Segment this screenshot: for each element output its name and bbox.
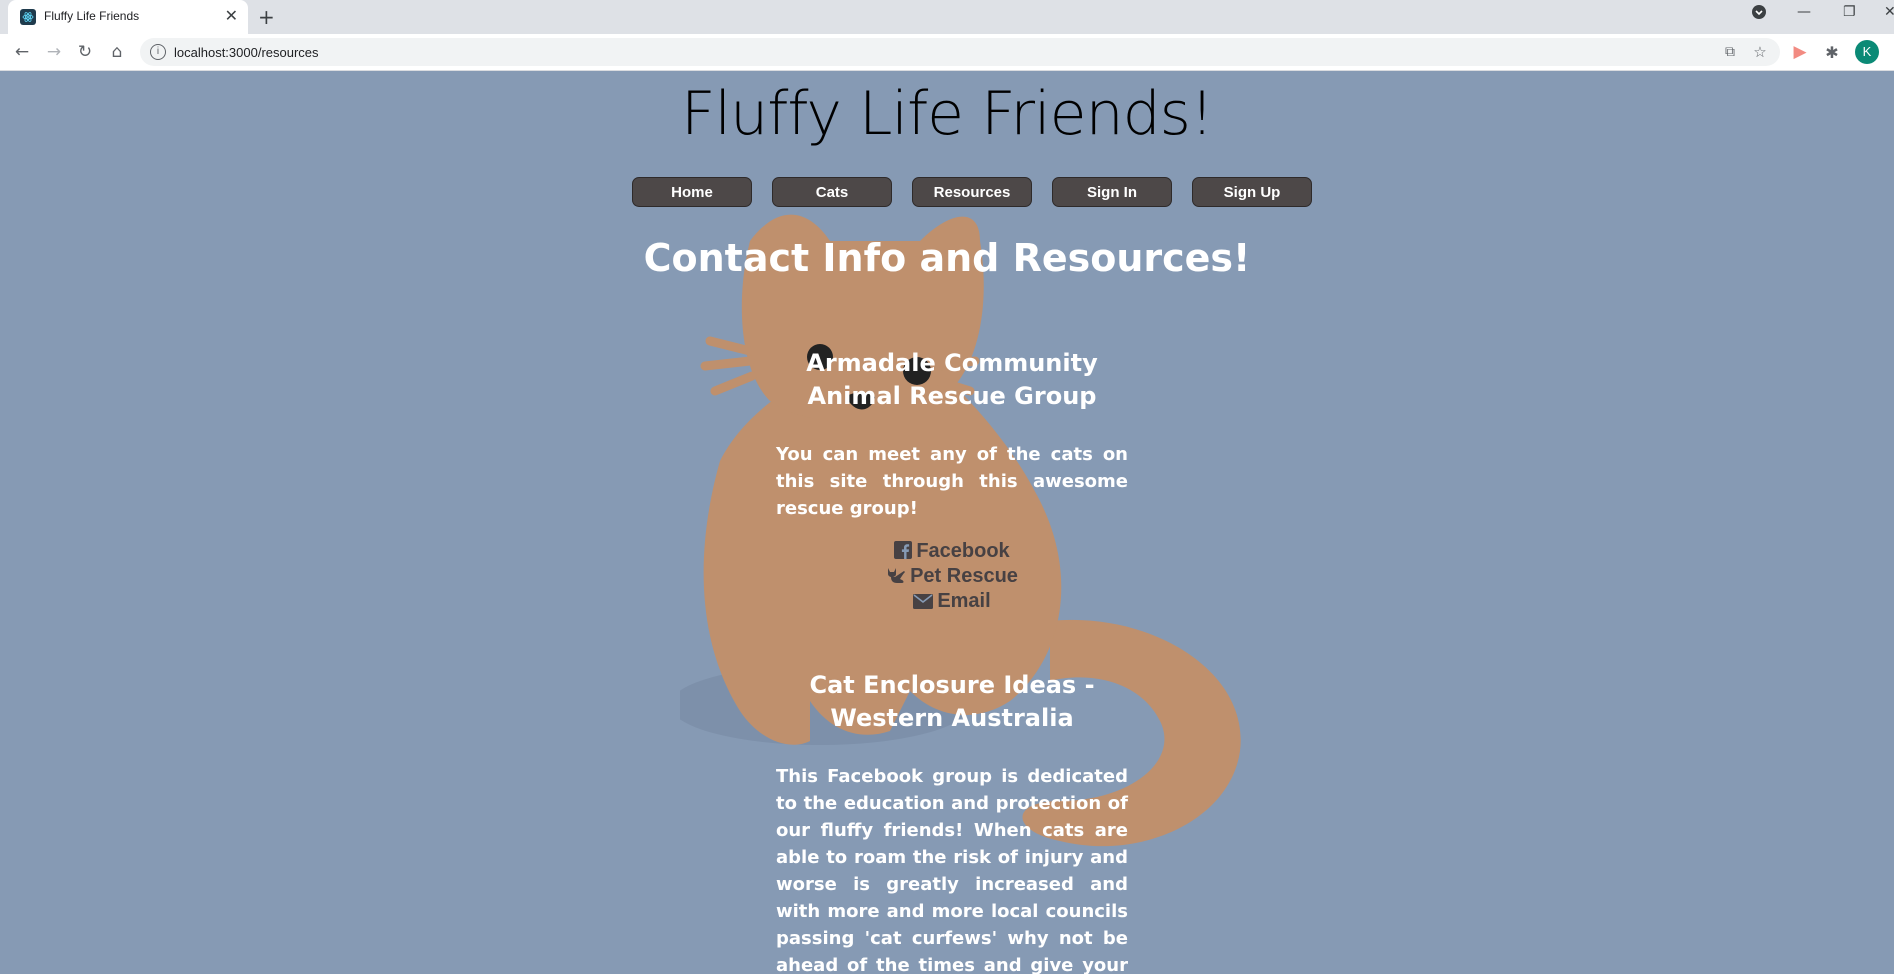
section-description: You can meet any of the cats on this sit… — [776, 444, 1128, 519]
pet-rescue-link[interactable]: Pet Rescue — [776, 565, 1128, 590]
nav-home-button[interactable]: Home — [632, 177, 752, 207]
minimize-icon[interactable]: — — [1797, 4, 1811, 20]
nav-sign-up-button[interactable]: Sign Up — [1192, 177, 1312, 207]
facebook-link[interactable]: Facebook — [776, 540, 1128, 565]
open-in-app-icon[interactable]: ⧉ — [1718, 40, 1742, 64]
react-favicon-icon — [20, 9, 36, 25]
nav-cats-button[interactable]: Cats — [772, 177, 892, 207]
extension-icon[interactable]: ▶ — [1788, 40, 1812, 64]
envelope-icon — [913, 592, 934, 615]
page-heading: Contact Info and Resources! — [643, 236, 1251, 280]
site-info-icon[interactable]: i — [150, 44, 166, 60]
main-nav: Home Cats Resources Sign In Sign Up — [632, 177, 1312, 207]
section-title: Armadale Community Animal Rescue Group — [806, 349, 1098, 410]
resource-section-enclosure: Cat Enclosure Ideas - Western Australia … — [776, 669, 1128, 974]
back-icon[interactable]: ← — [10, 40, 34, 64]
address-bar[interactable]: i localhost:3000/resources ⧉ ☆ — [140, 38, 1780, 66]
contact-links: Facebook Pet Rescue Email — [776, 540, 1128, 615]
nav-resources-button[interactable]: Resources — [912, 177, 1032, 207]
tab-search-icon[interactable] — [1751, 4, 1767, 24]
nav-sign-in-button[interactable]: Sign In — [1052, 177, 1172, 207]
profile-avatar[interactable]: K — [1855, 40, 1879, 64]
bookmark-star-icon[interactable]: ☆ — [1748, 40, 1772, 64]
tab-close-icon[interactable]: ✕ — [225, 6, 238, 25]
close-window-icon[interactable]: ✕ — [1884, 4, 1894, 20]
browser-tab[interactable]: Fluffy Life Friends ✕ — [8, 0, 248, 34]
reload-icon[interactable]: ↻ — [73, 40, 97, 64]
browser-tab-bar: Fluffy Life Friends ✕ + — ❐ ✕ — [0, 0, 1894, 34]
section-title: Cat Enclosure Ideas - Western Australia — [809, 671, 1095, 732]
new-tab-icon[interactable]: + — [258, 5, 275, 29]
resource-section-rescue: Armadale Community Animal Rescue Group Y… — [776, 347, 1128, 615]
extensions-puzzle-icon[interactable]: ✱ — [1820, 40, 1844, 64]
cat-icon — [886, 566, 906, 590]
section-description: This Facebook group is dedicated to the … — [776, 766, 1128, 974]
forward-icon[interactable]: → — [42, 40, 66, 64]
home-icon[interactable]: ⌂ — [105, 40, 129, 64]
email-link[interactable]: Email — [776, 590, 1128, 615]
tab-title: Fluffy Life Friends — [44, 9, 140, 23]
site-title: Fluffy Life Friends! — [680, 79, 1214, 149]
browser-toolbar: ← → ↻ ⌂ i localhost:3000/resources ⧉ ☆ ▶… — [0, 34, 1894, 71]
page-content: Fluffy Life Friends! Home Cats Resources… — [0, 71, 1894, 974]
url-text: localhost:3000/resources — [174, 45, 319, 60]
restore-icon[interactable]: ❐ — [1843, 4, 1856, 20]
facebook-icon — [894, 541, 913, 565]
